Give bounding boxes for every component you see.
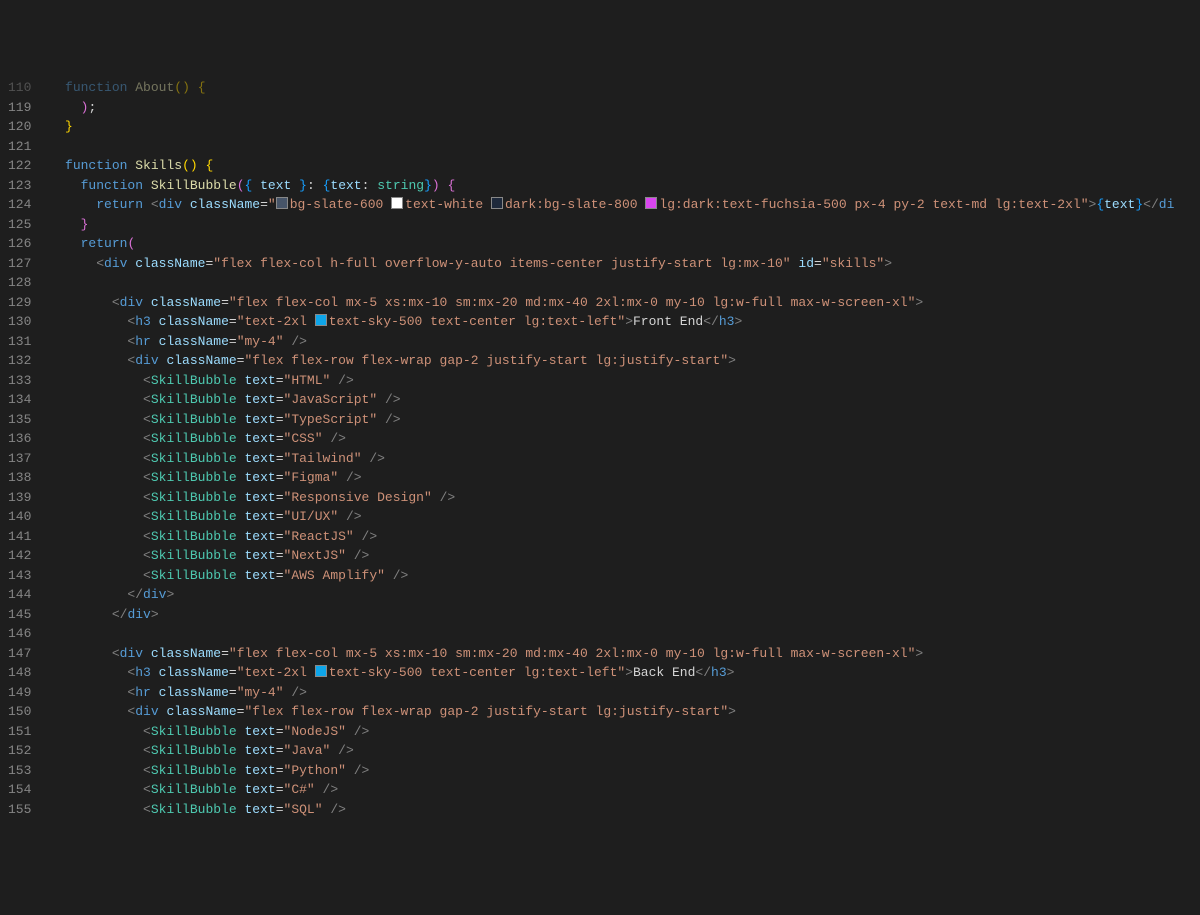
gutter-line: 136 (8, 429, 31, 449)
gutter-line: 110 (8, 78, 31, 98)
code-line[interactable]: <SkillBubble text="NodeJS" /> (49, 722, 1200, 742)
gutter-line: 142 (8, 546, 31, 566)
code-line[interactable]: <SkillBubble text="NextJS" /> (49, 546, 1200, 566)
code-line[interactable]: <h3 className="text-2xl text-sky-500 tex… (49, 312, 1200, 332)
code-editor: 1101191201211221231241251261271281291301… (0, 78, 1200, 817)
code-line[interactable]: function SkillBubble({ text }: {text: st… (49, 176, 1200, 196)
code-line[interactable]: <SkillBubble text="C#" /> (49, 780, 1200, 800)
gutter-line: 150 (8, 702, 31, 722)
code-line[interactable]: <SkillBubble text="UI/UX" /> (49, 507, 1200, 527)
code-line[interactable]: <SkillBubble text="ReactJS" /> (49, 527, 1200, 547)
code-line[interactable]: return( (49, 234, 1200, 254)
gutter-line: 128 (8, 273, 31, 293)
code-line[interactable]: <SkillBubble text="Tailwind" /> (49, 449, 1200, 469)
gutter-line: 140 (8, 507, 31, 527)
gutter-line: 148 (8, 663, 31, 683)
gutter-line: 153 (8, 761, 31, 781)
code-line[interactable]: } (49, 215, 1200, 235)
code-area[interactable]: function About() { ); } function Skills(… (49, 78, 1200, 817)
gutter-line: 134 (8, 390, 31, 410)
code-line[interactable]: <div className="flex flex-col mx-5 xs:mx… (49, 644, 1200, 664)
gutter-line: 152 (8, 741, 31, 761)
gutter-line: 137 (8, 449, 31, 469)
gutter-line: 119 (8, 98, 31, 118)
code-line[interactable]: <SkillBubble text="CSS" /> (49, 429, 1200, 449)
gutter-line: 129 (8, 293, 31, 313)
gutter-line: 132 (8, 351, 31, 371)
code-line[interactable]: } (49, 117, 1200, 137)
code-line[interactable] (49, 137, 1200, 157)
code-line[interactable]: <div className="flex flex-col h-full ove… (49, 254, 1200, 274)
gutter-line: 123 (8, 176, 31, 196)
gutter-line: 151 (8, 722, 31, 742)
gutter-line: 143 (8, 566, 31, 586)
code-line[interactable]: <SkillBubble text="HTML" /> (49, 371, 1200, 391)
code-line[interactable]: return <div className="bg-slate-600 text… (49, 195, 1200, 215)
code-line[interactable] (49, 624, 1200, 644)
gutter-line: 133 (8, 371, 31, 391)
gutter-line: 127 (8, 254, 31, 274)
gutter-line: 124 (8, 195, 31, 215)
code-line[interactable]: <h3 className="text-2xl text-sky-500 tex… (49, 663, 1200, 683)
code-line[interactable]: <SkillBubble text="JavaScript" /> (49, 390, 1200, 410)
gutter-line: 135 (8, 410, 31, 430)
code-line[interactable]: <SkillBubble text="Java" /> (49, 741, 1200, 761)
code-line[interactable]: </div> (49, 605, 1200, 625)
gutter-line: 145 (8, 605, 31, 625)
code-line[interactable]: <SkillBubble text="Figma" /> (49, 468, 1200, 488)
gutter-line: 122 (8, 156, 31, 176)
gutter-line: 126 (8, 234, 31, 254)
code-line[interactable]: <div className="flex flex-row flex-wrap … (49, 702, 1200, 722)
gutter-line: 138 (8, 468, 31, 488)
code-line[interactable]: <SkillBubble text="SQL" /> (49, 800, 1200, 818)
code-line[interactable]: <hr className="my-4" /> (49, 332, 1200, 352)
gutter-line: 130 (8, 312, 31, 332)
gutter-line: 149 (8, 683, 31, 703)
code-line[interactable]: function About() { (49, 78, 1200, 98)
gutter-line: 154 (8, 780, 31, 800)
code-line[interactable]: <SkillBubble text="Python" /> (49, 761, 1200, 781)
gutter-line: 141 (8, 527, 31, 547)
gutter-line: 131 (8, 332, 31, 352)
code-line[interactable]: <SkillBubble text="Responsive Design" /> (49, 488, 1200, 508)
code-line[interactable]: <SkillBubble text="TypeScript" /> (49, 410, 1200, 430)
line-gutter: 1101191201211221231241251261271281291301… (0, 78, 49, 817)
gutter-line: 121 (8, 137, 31, 157)
code-line[interactable]: <hr className="my-4" /> (49, 683, 1200, 703)
gutter-line: 125 (8, 215, 31, 235)
gutter-line: 147 (8, 644, 31, 664)
gutter-line: 144 (8, 585, 31, 605)
code-line[interactable]: <div className="flex flex-row flex-wrap … (49, 351, 1200, 371)
code-line[interactable]: <div className="flex flex-col mx-5 xs:mx… (49, 293, 1200, 313)
code-line[interactable]: </div> (49, 585, 1200, 605)
gutter-line: 120 (8, 117, 31, 137)
gutter-line: 139 (8, 488, 31, 508)
code-line[interactable]: <SkillBubble text="AWS Amplify" /> (49, 566, 1200, 586)
code-line[interactable]: ); (49, 98, 1200, 118)
code-line[interactable] (49, 273, 1200, 293)
gutter-line: 155 (8, 800, 31, 818)
gutter-line: 146 (8, 624, 31, 644)
code-line[interactable]: function Skills() { (49, 156, 1200, 176)
